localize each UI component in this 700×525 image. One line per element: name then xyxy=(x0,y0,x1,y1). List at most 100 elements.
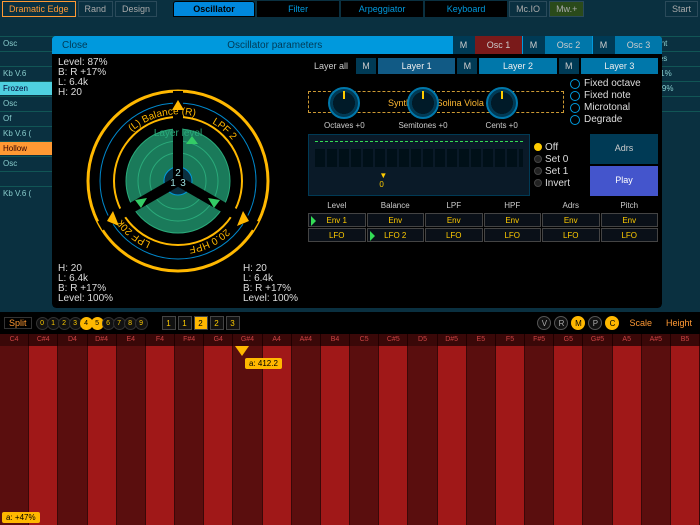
svg-text:3: 3 xyxy=(180,178,186,189)
mcio-button[interactable]: Mc.IO xyxy=(509,1,547,17)
piano-col[interactable] xyxy=(175,346,204,525)
piano-col[interactable] xyxy=(350,346,379,525)
letter-P[interactable]: P xyxy=(588,316,602,330)
tab-filter[interactable]: Filter xyxy=(257,1,339,17)
position-marker-icon[interactable] xyxy=(235,346,249,356)
piano-col[interactable] xyxy=(554,346,583,525)
layer-all-label[interactable]: Layer all xyxy=(308,61,354,71)
tab-arpeggiator[interactable]: Arpeggiator xyxy=(341,1,423,17)
layer-mute-1[interactable]: M xyxy=(356,58,376,74)
split-button[interactable]: Split xyxy=(4,317,32,329)
adrs-button[interactable]: Adrs xyxy=(590,134,658,164)
osc-tab-3[interactable]: Osc 3 xyxy=(614,36,662,54)
mod-cell[interactable]: LFO xyxy=(601,228,659,242)
piano-col[interactable] xyxy=(263,346,292,525)
close-button[interactable]: Close xyxy=(52,40,98,51)
design-button[interactable]: Design xyxy=(115,1,157,17)
mod-cell[interactable]: LFO xyxy=(542,228,600,242)
page-4[interactable]: 3 xyxy=(226,316,240,330)
piano-col[interactable] xyxy=(379,346,408,525)
seq-marker[interactable]: 0 xyxy=(379,171,387,189)
marker-a-label: a: 412.2 xyxy=(245,358,282,369)
page-2[interactable]: 2 xyxy=(194,316,208,330)
piano-col[interactable] xyxy=(408,346,437,525)
octaves-knob[interactable]: Octaves +0 xyxy=(308,87,381,130)
mod-cell[interactable]: Env xyxy=(425,213,483,227)
piano-col[interactable] xyxy=(58,346,87,525)
piano-col[interactable] xyxy=(613,346,642,525)
piano-col[interactable] xyxy=(233,346,262,525)
layer-mute-3[interactable]: M xyxy=(559,58,579,74)
mod-cell[interactable]: Env xyxy=(367,213,425,227)
mod-cell[interactable]: LFO xyxy=(425,228,483,242)
piano-roll[interactable]: a: 412.2 a: +47% xyxy=(0,346,700,525)
seq-mode-set0[interactable]: Set 0 xyxy=(534,154,586,165)
mod-cell[interactable]: Env xyxy=(542,213,600,227)
piano-col[interactable] xyxy=(88,346,117,525)
layer-tab-1[interactable]: Layer 1 xyxy=(378,58,455,74)
page-3[interactable]: 2 xyxy=(210,316,224,330)
piano-col[interactable] xyxy=(321,346,350,525)
letter-V[interactable]: V xyxy=(537,316,551,330)
piano-col[interactable] xyxy=(671,346,700,525)
piano-col[interactable] xyxy=(117,346,146,525)
piano-col[interactable] xyxy=(642,346,671,525)
note-E4: E4 xyxy=(117,334,146,346)
mod-cell[interactable]: LFO xyxy=(484,228,542,242)
chain-step-9[interactable]: 9 xyxy=(135,317,148,330)
piano-col[interactable] xyxy=(496,346,525,525)
sequencer-display[interactable]: 0 xyxy=(308,134,530,196)
note-A#5: A#5 xyxy=(642,334,671,346)
osc-mute-1[interactable]: M xyxy=(452,36,474,54)
page-0[interactable]: 1 xyxy=(162,316,176,330)
radar-chart[interactable]: 2 1 3 Layer level (L) Balance (R) LPF 20… xyxy=(83,86,273,276)
piano-col[interactable] xyxy=(146,346,175,525)
letter-R[interactable]: R xyxy=(554,316,568,330)
layer-mute-2[interactable]: M xyxy=(457,58,477,74)
layer-tab-3[interactable]: Layer 3 xyxy=(581,58,658,74)
radio-microtonal[interactable]: Microtonal xyxy=(570,102,658,113)
piano-col[interactable] xyxy=(583,346,612,525)
radio-fixed-octave[interactable]: Fixed octave xyxy=(570,78,658,89)
rand-button[interactable]: Rand xyxy=(78,1,114,17)
mod-cell[interactable]: LFO 2 xyxy=(367,228,425,242)
osc-mute-3[interactable]: M xyxy=(592,36,614,54)
play-button[interactable]: Play xyxy=(590,166,658,196)
osc-mute-2[interactable]: M xyxy=(522,36,544,54)
piano-col[interactable] xyxy=(292,346,321,525)
mod-cell[interactable]: Env xyxy=(484,213,542,227)
start-button[interactable]: Start xyxy=(665,1,698,17)
radio-fixed-note[interactable]: Fixed note xyxy=(570,90,658,101)
piano-col[interactable] xyxy=(525,346,554,525)
mod-cell[interactable]: Env 1 xyxy=(308,213,366,227)
height-button[interactable]: Height xyxy=(662,318,696,328)
layer-tab-2[interactable]: Layer 2 xyxy=(479,58,556,74)
cents-knob[interactable]: Cents +0 xyxy=(465,87,538,130)
page-1[interactable]: 1 xyxy=(178,316,192,330)
preset-name[interactable]: Dramatic Edge xyxy=(2,1,76,17)
seq-mode-set1[interactable]: Set 1 xyxy=(534,166,586,177)
semitones-knob[interactable]: Semitones +0 xyxy=(387,87,460,130)
letter-M[interactable]: M xyxy=(571,316,585,330)
piano-col[interactable] xyxy=(438,346,467,525)
scale-button[interactable]: Scale xyxy=(625,318,656,328)
tab-oscillator[interactable]: Oscillator xyxy=(173,1,255,17)
piano-col[interactable] xyxy=(29,346,58,525)
note-D4: D4 xyxy=(58,334,87,346)
piano-col[interactable] xyxy=(0,346,29,525)
letter-C[interactable]: C xyxy=(605,316,619,330)
piano-col[interactable] xyxy=(467,346,496,525)
note-F#4: F#4 xyxy=(175,334,204,346)
mod-cell[interactable]: Env xyxy=(601,213,659,227)
mw-button[interactable]: Mw.+ xyxy=(549,1,584,17)
seq-mode-off[interactable]: Off xyxy=(534,142,586,153)
seq-mode-invert[interactable]: Invert xyxy=(534,178,586,189)
radio-degrade[interactable]: Degrade xyxy=(570,114,658,125)
osc-tab-2[interactable]: Osc 2 xyxy=(544,36,592,54)
mod-cell[interactable]: LFO xyxy=(308,228,366,242)
tab-keyboard[interactable]: Keyboard xyxy=(425,1,507,17)
osc-tab-1[interactable]: Osc 1 xyxy=(474,36,522,54)
piano-col[interactable] xyxy=(204,346,233,525)
top-toolbar: Dramatic Edge Rand Design Oscillator Fil… xyxy=(0,0,700,18)
note-C4: C4 xyxy=(0,334,29,346)
